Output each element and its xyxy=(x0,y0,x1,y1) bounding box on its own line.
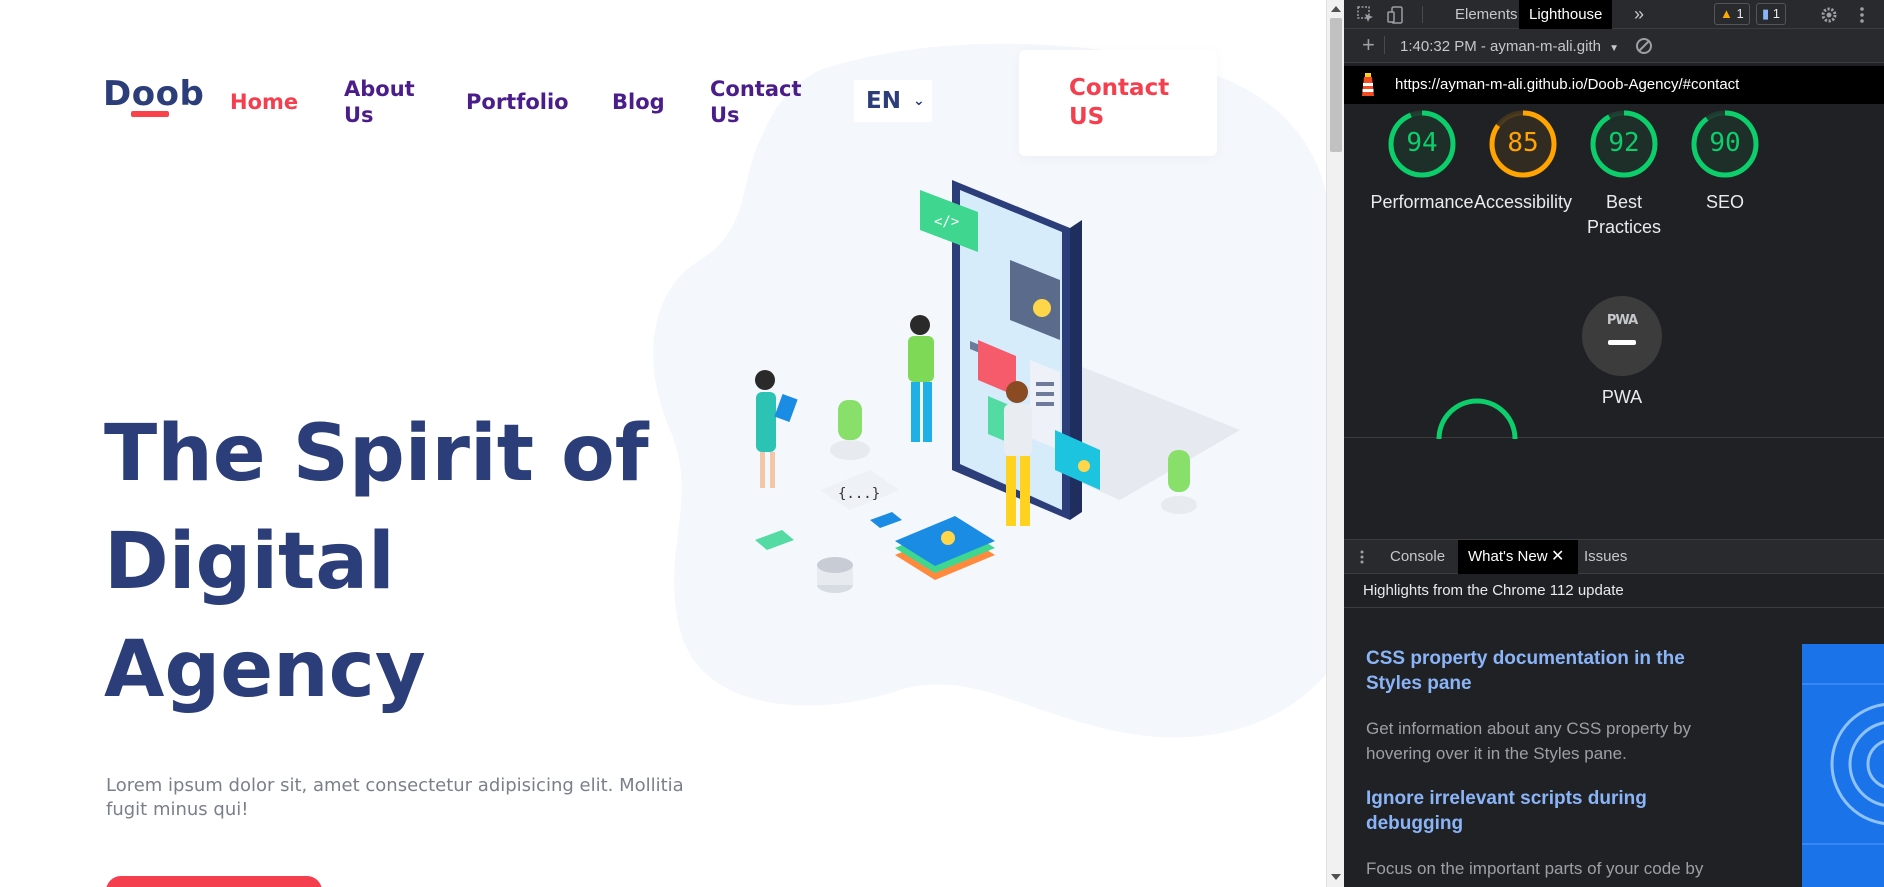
pwa-badge-text: PWA xyxy=(1606,313,1638,328)
page-scrollbar[interactable] xyxy=(1326,0,1344,887)
hero-cta-button[interactable] xyxy=(106,876,322,887)
whats-new-item-desc: Get information about any CSS property b… xyxy=(1366,719,1692,763)
hero-description: Lorem ipsum dolor sit, amet consectetur … xyxy=(106,775,684,820)
toolbar-divider xyxy=(1384,36,1385,54)
warnings-count: 1 xyxy=(1736,6,1744,21)
drawer-tab-issues[interactable]: Issues xyxy=(1574,540,1637,574)
devtools-panel: Elements Lighthouse » ▲ 1 ▮ 1 + 1:40:32 … xyxy=(1344,0,1884,887)
whats-new-thumbnail[interactable] xyxy=(1802,644,1884,887)
report-url[interactable]: https://ayman-m-ali.github.io/Doob-Agenc… xyxy=(1395,76,1739,93)
lighthouse-toolbar: + 1:40:32 PM - ayman-m-ali.gith ▼ xyxy=(1344,29,1884,63)
language-value: EN xyxy=(866,88,901,114)
logo-underline xyxy=(131,111,169,117)
score-label: Best Practices xyxy=(1586,192,1662,237)
drawer-tab-console[interactable]: Console xyxy=(1380,540,1455,574)
score-gauge-seo[interactable]: 90 SEO xyxy=(1665,108,1785,215)
more-options-icon[interactable] xyxy=(1852,5,1872,25)
tab-lighthouse[interactable]: Lighthouse xyxy=(1519,0,1613,29)
nav-home[interactable]: Home xyxy=(230,89,298,115)
language-select[interactable]: EN ⌄ xyxy=(854,80,932,122)
settings-gear-icon[interactable] xyxy=(1819,5,1839,25)
toolbar-divider xyxy=(1422,6,1423,23)
pwa-label: PWA xyxy=(1601,387,1643,407)
chevron-down-icon: ⌄ xyxy=(912,93,925,109)
pwa-gauge[interactable]: PWA xyxy=(1582,296,1662,376)
scroll-down-arrow-icon[interactable] xyxy=(1331,874,1341,880)
devtools-tab-bar: Elements Lighthouse » ▲ 1 ▮ 1 xyxy=(1344,0,1884,29)
hero-title-line: Agency xyxy=(104,625,426,715)
nav-portfolio[interactable]: Portfolio xyxy=(466,89,569,115)
nav-blog[interactable]: Blog xyxy=(612,89,665,115)
hero-title-line: The Spirit of xyxy=(104,409,649,499)
tab-elements[interactable]: Elements xyxy=(1445,0,1528,29)
message-icon: ▮ xyxy=(1762,6,1770,21)
lighthouse-scores: 94 Performance 85 Accessibility 92 Best Pract… xyxy=(1344,104,1884,438)
contact-us-label: Contact US xyxy=(1069,75,1170,130)
contact-us-button[interactable]: Contact US xyxy=(1019,50,1217,156)
whats-new-content: CSS property documentation in the Styles… xyxy=(1344,608,1884,887)
dropdown-arrow-icon: ▼ xyxy=(1609,43,1619,54)
messages-count: 1 xyxy=(1772,6,1781,21)
pwa-dash-icon xyxy=(1608,340,1636,345)
whats-new-item-desc: Focus on the important parts of your cod… xyxy=(1366,859,1704,878)
whats-new-item-title[interactable]: CSS property documentation in the Styles… xyxy=(1366,646,1736,696)
thumbnail-graphic xyxy=(1802,683,1884,845)
device-toolbar-icon[interactable] xyxy=(1386,5,1406,25)
messages-badge[interactable]: ▮ 1 xyxy=(1756,3,1787,25)
scroll-up-arrow-icon[interactable] xyxy=(1331,6,1341,12)
hero-title-line: Digital xyxy=(104,517,395,607)
nav-about[interactable]: About Us xyxy=(344,76,424,128)
drawer-tab-bar: Console What's New ✕ Issues xyxy=(1344,539,1884,574)
score-label: SEO xyxy=(1705,192,1744,212)
inspect-element-icon[interactable] xyxy=(1356,5,1376,25)
whats-new-heading: Highlights from the Chrome 112 update xyxy=(1363,582,1624,599)
lighthouse-logo-icon xyxy=(1362,73,1374,96)
drawer-tab-whats-new-label: What's New xyxy=(1468,548,1548,565)
partial-performance-gauge xyxy=(1436,398,1518,439)
report-select[interactable]: 1:40:32 PM - ayman-m-ali.gith ▼ xyxy=(1400,38,1619,55)
close-tab-icon[interactable]: ✕ xyxy=(1551,540,1564,574)
clear-reports-icon[interactable] xyxy=(1634,36,1654,56)
warnings-badge[interactable]: ▲ 1 xyxy=(1714,3,1750,25)
svg-text:</>: </> xyxy=(934,214,959,230)
svg-text:{...}: {...} xyxy=(838,486,880,502)
scrollbar-thumb[interactable] xyxy=(1330,18,1342,152)
whats-new-item-title[interactable]: Ignore irrelevant scripts during debuggi… xyxy=(1366,786,1736,836)
score-value: 90 xyxy=(1709,128,1741,158)
website-viewport: Doob Home About Us Portfolio Blog Contac… xyxy=(0,0,1326,887)
report-url-bar: https://ayman-m-ali.github.io/Doob-Agenc… xyxy=(1344,66,1884,104)
more-tabs-icon[interactable]: » xyxy=(1624,0,1654,29)
report-select-value: 1:40:32 PM - ayman-m-ali.gith xyxy=(1400,38,1601,55)
whats-new-header: Highlights from the Chrome 112 update xyxy=(1344,574,1884,608)
warning-icon: ▲ xyxy=(1720,6,1733,21)
logo[interactable]: Doob xyxy=(103,74,204,114)
drawer-menu-icon[interactable] xyxy=(1354,549,1370,565)
new-report-icon[interactable]: + xyxy=(1362,32,1375,58)
hero-title: The Spirit of Digital Agency xyxy=(104,400,704,724)
hero-illustration: </> {...} xyxy=(755,180,1240,593)
nav-contact[interactable]: Contact Us xyxy=(710,76,810,128)
